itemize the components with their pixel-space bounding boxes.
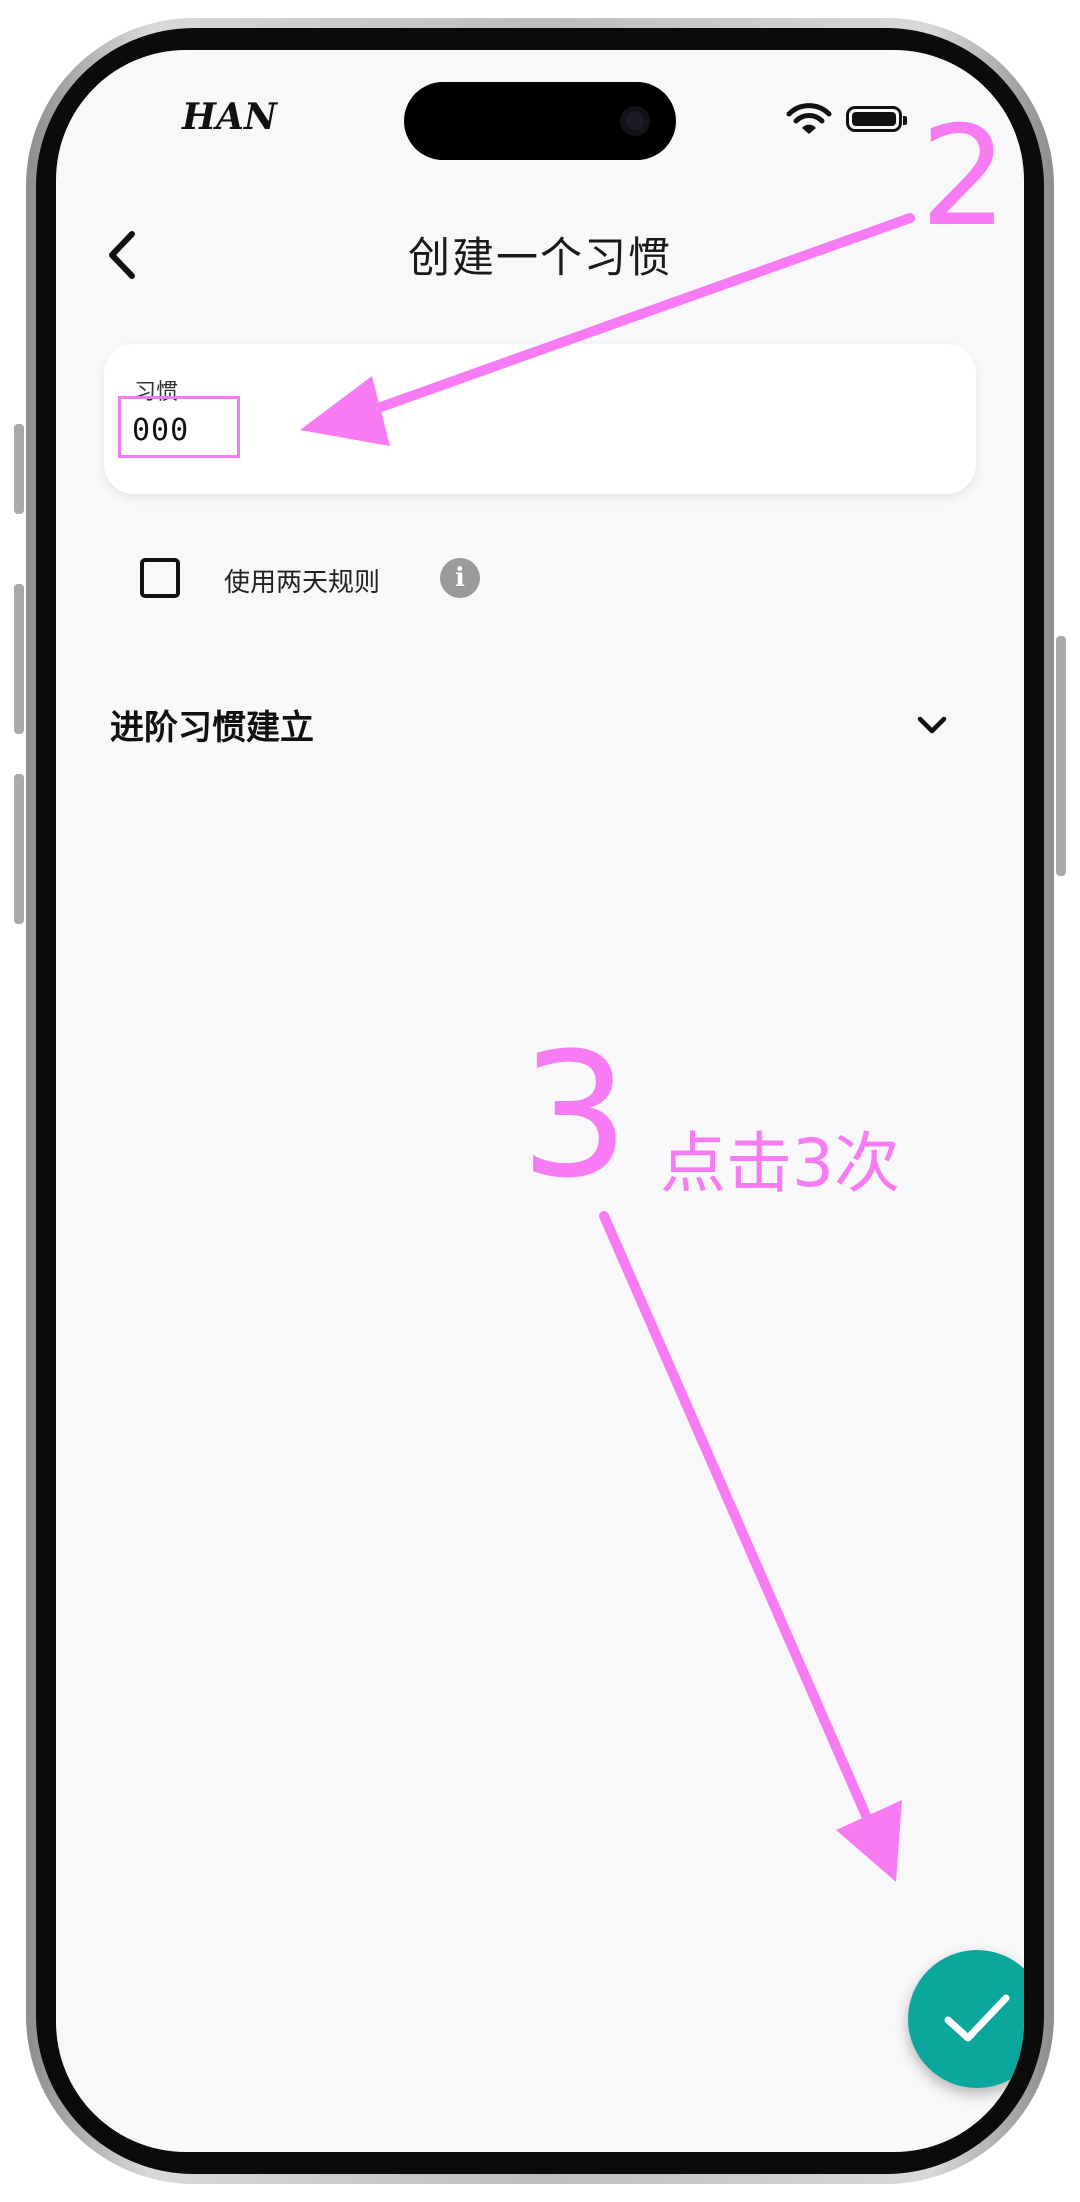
- arrow-to-habit-input: [300, 213, 915, 446]
- arrow-to-fab: [599, 1211, 902, 1882]
- annotation-step-2: 2: [920, 96, 1008, 257]
- annotation-step-3: 3: [520, 1015, 630, 1216]
- annotation-step-3-text: 点击3次: [660, 1125, 900, 1202]
